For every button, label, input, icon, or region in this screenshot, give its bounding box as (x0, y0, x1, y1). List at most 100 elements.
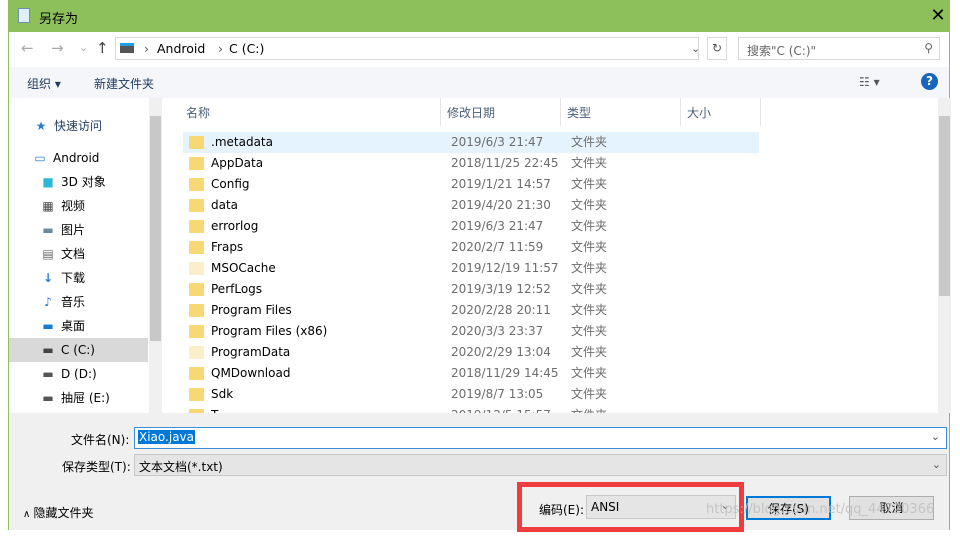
folder-icon (189, 262, 204, 275)
sidebar-scrollbar-thumb[interactable] (150, 116, 161, 341)
file-row[interactable]: AppData 2018/11/25 22:45 文件夹 (183, 153, 759, 174)
sidebar-item-d-drive[interactable]: ▬ D (D:) (40, 363, 96, 385)
sidebar-item-3d-objects[interactable]: ■ 3D 对象 (40, 171, 105, 193)
save-options-panel: 文件名(N): Xiao.java ⌄ 保存类型(T): 文本文档(*.txt) ⌄… (9, 413, 949, 532)
file-name: Fraps (211, 240, 244, 254)
notepad-icon (18, 8, 30, 23)
file-type: 文件夹 (571, 198, 608, 212)
file-date: 2020/3/3 23:37 (451, 324, 544, 338)
close-button[interactable]: ✕ (927, 5, 949, 26)
sidebar-item-downloads[interactable]: ↓ 下载 (40, 267, 85, 289)
recent-locations-button[interactable]: ⌄ (79, 41, 88, 54)
file-type: 文件夹 (571, 366, 608, 380)
file-row[interactable]: Program Files 2020/2/28 20:11 文件夹 (183, 300, 759, 321)
file-date: 2018/11/25 22:45 (451, 156, 559, 170)
file-type: 文件夹 (571, 156, 608, 170)
file-date: 2019/3/19 12:52 (451, 282, 551, 296)
file-name: data (211, 198, 239, 212)
save-as-dialog: 另存为 ✕ ← → ⌄ ↑ › Android › C (C:) ⌄ ↻ 搜索"… (8, 0, 951, 532)
new-folder-button[interactable]: 新建文件夹 (94, 75, 154, 92)
toolbar: 组织 ▾ 新建文件夹 ☷ ▾ ? (9, 67, 949, 98)
file-date: 2019/6/3 21:47 (451, 219, 544, 233)
file-row[interactable]: errorlog 2019/6/3 21:47 文件夹 (183, 216, 759, 237)
help-button[interactable]: ? (921, 73, 938, 90)
column-header-size[interactable]: 大小 (687, 104, 711, 121)
file-row[interactable]: MSOCache 2019/12/19 11:57 文件夹 (183, 258, 759, 279)
breadcrumb-c-drive[interactable]: C (C:) (229, 41, 264, 56)
file-row[interactable]: .metadata 2019/6/3 21:47 文件夹 (183, 132, 759, 153)
view-options-icon[interactable]: ☷ ▾ (859, 75, 880, 89)
file-row[interactable]: ProgramData 2020/2/29 13:04 文件夹 (183, 342, 759, 363)
file-name: Program Files (x86) (211, 324, 328, 338)
encoding-label: 编码(E): (539, 503, 584, 517)
file-date: 2018/11/29 14:45 (451, 366, 559, 380)
sidebar-item-videos[interactable]: ▦ 视频 (40, 195, 85, 217)
sort-ascending-icon: ^ (305, 98, 314, 105)
search-input[interactable]: 搜索"C (C:)" ⚲ (738, 37, 940, 60)
chevron-down-icon: ⌄ (931, 458, 941, 471)
file-name: .metadata (211, 135, 273, 149)
save-type-value: 文本文档(*.txt) (139, 460, 223, 474)
file-date: 2019/6/3 21:47 (451, 135, 544, 149)
sidebar-item-desktop[interactable]: ▬ 桌面 (40, 315, 85, 337)
folder-icon (189, 283, 204, 296)
file-date: 2020/2/28 20:11 (451, 303, 551, 317)
save-type-select[interactable]: 文本文档(*.txt) ⌄ (134, 454, 947, 476)
sidebar-item-documents[interactable]: ▤ 文档 (40, 243, 85, 265)
file-date: 2019/12/19 11:57 (451, 261, 559, 275)
folder-icon (189, 388, 204, 401)
file-row[interactable]: PerfLogs 2019/3/19 12:52 文件夹 (183, 279, 759, 300)
file-date: 2020/2/7 11:59 (451, 240, 544, 254)
address-bar[interactable]: › Android › C (C:) (115, 37, 699, 60)
sidebar-item-label: 音乐 (61, 295, 86, 309)
drive-icon (120, 43, 134, 53)
file-row[interactable]: Program Files (x86) 2020/3/3 23:37 文件夹 (183, 321, 759, 342)
title-bar: 另存为 ✕ (9, 1, 949, 32)
sidebar-item-label: 抽屉 (E:) (61, 391, 110, 405)
file-date: 2019/8/7 13:05 (451, 387, 544, 401)
refresh-button[interactable]: ↻ (707, 37, 727, 60)
background-window-left (0, 0, 8, 540)
breadcrumb-android[interactable]: Android (157, 41, 205, 56)
sidebar-item-music[interactable]: ♪ 音乐 (40, 291, 85, 313)
sidebar-item-pictures[interactable]: ▬ 图片 (40, 219, 85, 241)
sidebar-item-label: Android (53, 151, 100, 165)
file-row[interactable]: data 2019/4/20 21:30 文件夹 (183, 195, 759, 216)
file-row[interactable]: T 2019/12/5 15:57 文件夹 (183, 405, 759, 413)
hide-folders-toggle[interactable]: ∧ 隐藏文件夹 (23, 504, 94, 521)
filename-value: Xiao.java (138, 430, 195, 444)
file-date: 2019/4/20 21:30 (451, 198, 551, 212)
column-header-date[interactable]: 修改日期 (447, 104, 495, 121)
up-button[interactable]: ↑ (96, 39, 109, 57)
file-row[interactable]: Fraps 2020/2/7 11:59 文件夹 (183, 237, 759, 258)
folder-icon (189, 199, 204, 212)
sidebar-item-c-drive[interactable]: ▬ C (C:) (9, 338, 148, 362)
drive-icon: ▬ (42, 367, 54, 381)
file-row[interactable]: Config 2019/1/21 14:57 文件夹 (183, 174, 759, 195)
column-header-name[interactable]: 名称 (186, 104, 210, 121)
file-type: 文件夹 (571, 177, 608, 191)
sidebar-item-label: 文档 (61, 247, 86, 261)
drive-icon: ▬ (42, 343, 54, 357)
file-name: QMDownload (211, 366, 291, 380)
sidebar-item-android[interactable]: ▭ Android (32, 147, 99, 169)
file-list-scrollbar-thumb[interactable] (939, 116, 950, 296)
star-icon: ★ (35, 119, 47, 133)
sidebar-item-label: 快速访问 (54, 119, 103, 133)
file-row[interactable]: QMDownload 2018/11/29 14:45 文件夹 (183, 363, 759, 384)
file-row[interactable]: Sdk 2019/8/7 13:05 文件夹 (183, 384, 759, 405)
organize-button[interactable]: 组织 ▾ (27, 75, 61, 92)
column-header-type[interactable]: 类型 (567, 104, 591, 121)
sidebar-item-e-drive[interactable]: ▬ 抽屉 (E:) (40, 387, 110, 409)
forward-button[interactable]: → (51, 39, 64, 57)
file-type: 文件夹 (571, 135, 608, 149)
filename-input[interactable]: Xiao.java ⌄ (134, 427, 947, 449)
music-icon: ♪ (44, 295, 52, 309)
background-window-right (950, 0, 960, 540)
back-button[interactable]: ← (21, 39, 34, 57)
file-name: Config (211, 177, 250, 191)
chevron-down-icon[interactable]: ⌄ (930, 430, 941, 443)
chevron-up-icon: ∧ (23, 509, 34, 520)
desktop-icon: ▬ (42, 319, 54, 333)
sidebar-item-quick-access[interactable]: ★ 快速访问 (33, 115, 102, 137)
